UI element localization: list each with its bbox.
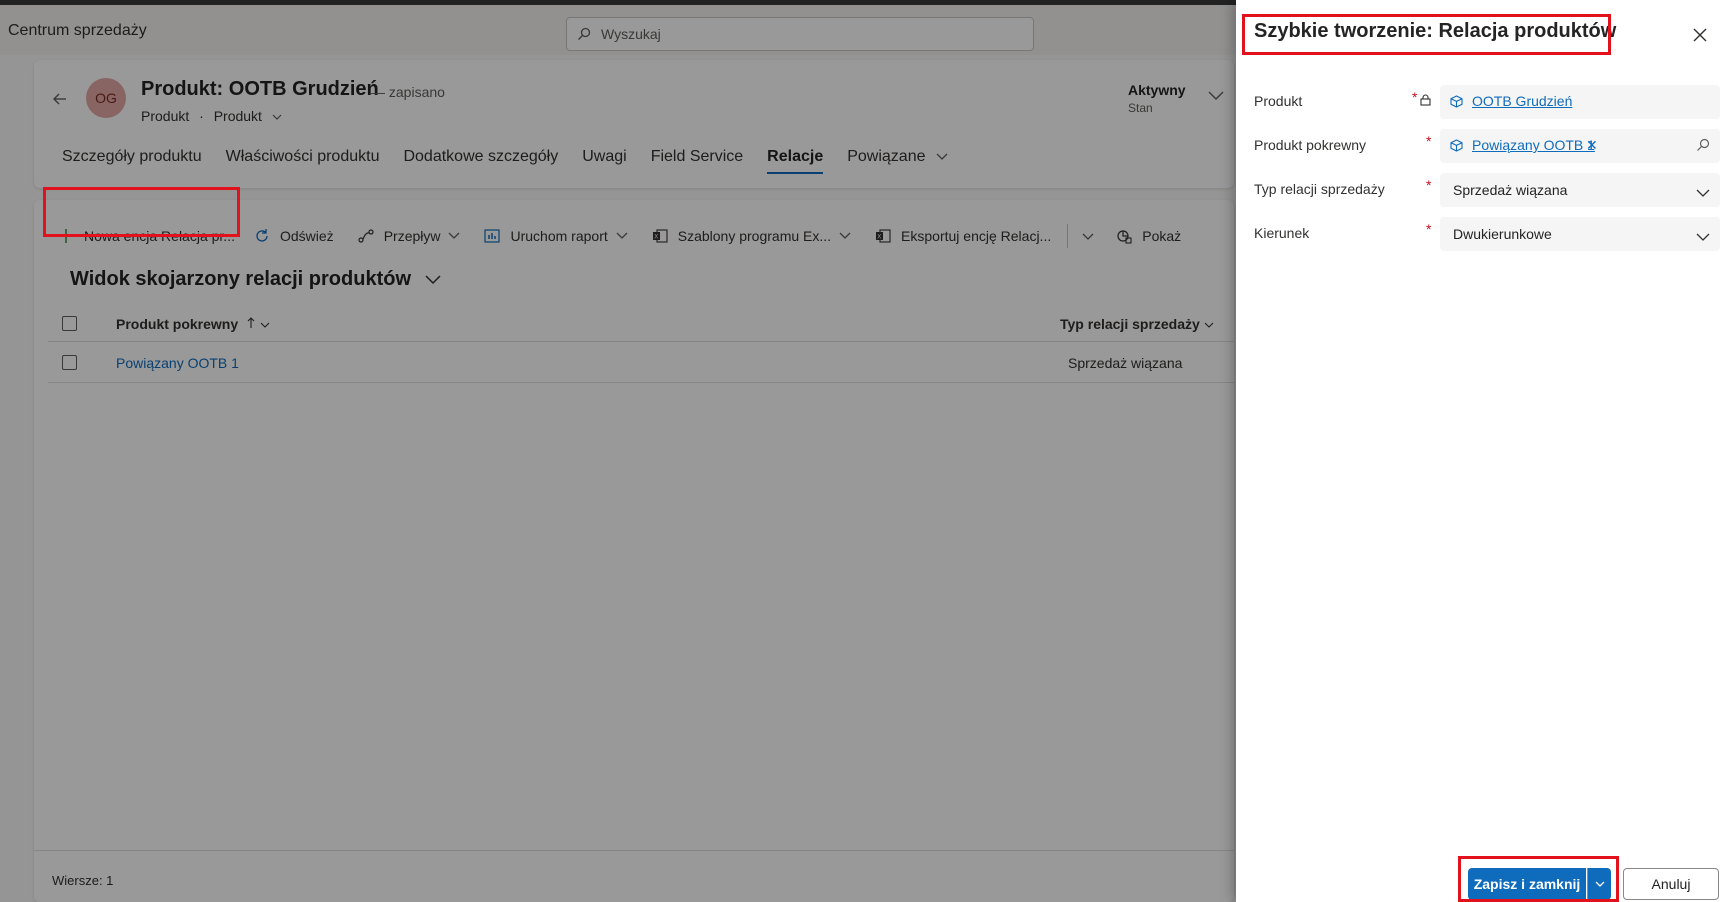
field-label: Produkt [1254,93,1303,109]
required-indicator: * [1426,221,1432,237]
chevron-down-icon [1595,881,1604,887]
field-sales-relationship-type: Typ relacji sprzedaży * Sprzedaż wiązana [1254,173,1720,209]
lock-icon [1420,93,1431,109]
field-related-product: Produkt pokrewny * Powiązany OOTB 1 ✕ [1254,129,1720,165]
chevron-down-icon [1696,185,1710,201]
field-label: Kierunek [1254,225,1310,241]
required-indicator: * [1412,89,1418,105]
quick-create-panel: Szybkie tworzenie: Relacja produktów Pro… [1236,0,1728,902]
panel-footer: Zapisz i zamknij Anuluj [1236,860,1728,902]
product-lookup-link[interactable]: OOTB Grudzień [1472,93,1572,109]
select-value: Dwukierunkowe [1453,226,1552,242]
product-icon [1450,139,1463,155]
related-product-lookup[interactable]: Powiązany OOTB 1 ✕ [1440,129,1720,163]
remove-value-icon[interactable]: ✕ [1586,137,1598,154]
cancel-button[interactable]: Anuluj [1623,868,1719,900]
select-value: Sprzedaż wiązana [1453,182,1568,198]
field-label: Produkt pokrewny [1254,137,1367,153]
save-and-close-button[interactable]: Zapisz i zamknij [1468,868,1586,900]
required-indicator: * [1426,133,1432,149]
field-product: Produkt * OOTB Grudzień [1254,85,1720,121]
product-icon [1450,95,1463,111]
required-indicator: * [1426,177,1432,193]
search-icon[interactable] [1696,138,1710,155]
close-icon[interactable] [1693,28,1707,45]
field-direction: Kierunek * Dwukierunkowe [1254,217,1720,253]
field-label: Typ relacji sprzedaży [1254,181,1385,197]
product-lookup: OOTB Grudzień [1440,85,1720,119]
related-product-lookup-link[interactable]: Powiązany OOTB 1 [1472,137,1595,153]
save-options-dropdown[interactable] [1587,868,1611,900]
direction-select[interactable]: Dwukierunkowe [1440,217,1720,251]
panel-title: Szybkie tworzenie: Relacja produktów [1254,20,1617,42]
chevron-down-icon [1696,229,1710,245]
sales-relationship-type-select[interactable]: Sprzedaż wiązana [1440,173,1720,207]
